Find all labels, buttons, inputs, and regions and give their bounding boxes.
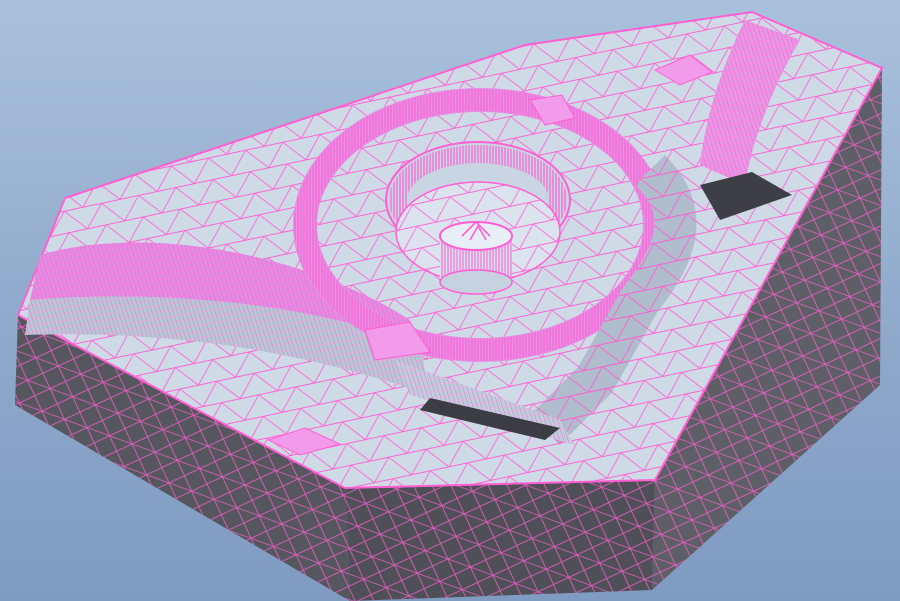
cad-viewport[interactable] <box>0 0 900 601</box>
meshed-part-model[interactable] <box>0 0 900 601</box>
center-boss <box>439 220 513 295</box>
